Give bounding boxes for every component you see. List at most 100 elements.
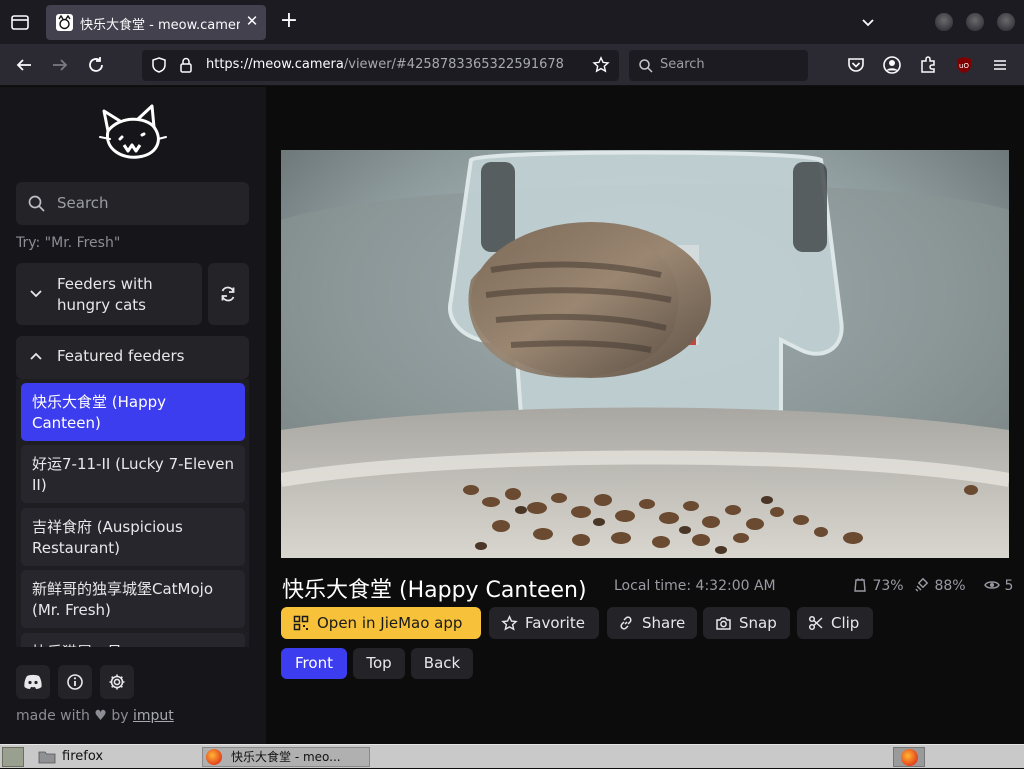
- account-icon[interactable]: [881, 54, 903, 76]
- refresh-icon: [219, 285, 237, 307]
- heart-icon: ♥: [94, 708, 107, 724]
- tab-title: 快乐大食堂 - meow.camera: [80, 18, 240, 33]
- share-button[interactable]: Share: [607, 607, 697, 639]
- back-arrow-icon[interactable]: [13, 54, 35, 76]
- hamburger-menu-icon[interactable]: [989, 54, 1011, 76]
- shield-icon[interactable]: [150, 56, 168, 78]
- refresh-button[interactable]: [208, 263, 249, 325]
- food-level-stat: 73%: [852, 577, 904, 594]
- chevron-down-icon[interactable]: [858, 12, 878, 32]
- search-placeholder: Search: [57, 194, 109, 212]
- feeder-item-mr-fresh[interactable]: 新鲜哥的独享城堡CatMojo (Mr. Fresh): [21, 570, 245, 628]
- browser-search-placeholder: Search: [660, 57, 705, 72]
- camera-video-feed[interactable]: [281, 150, 1009, 558]
- made-with-by: by: [111, 708, 129, 724]
- clip-label: Clip: [831, 614, 860, 632]
- feeder-item-lucky-7-eleven[interactable]: 好运7-11-II (Lucky 7-Eleven II): [21, 445, 245, 503]
- feeder-title: 快乐大食堂 (Happy Canteen): [282, 578, 587, 603]
- chevron-up-icon: [28, 349, 44, 369]
- window-maximize-button[interactable]: [966, 13, 984, 31]
- feeder-item-partial[interactable]: 快乐猫屋一号: [21, 633, 245, 647]
- star-icon: [501, 615, 518, 631]
- url-path: /viewer/#4258783365322591678: [343, 57, 564, 72]
- open-in-app-label: Open in JieMao app: [317, 614, 463, 632]
- firefox-icon: [206, 749, 222, 765]
- satellite-icon: [915, 577, 929, 592]
- search-hint: Try: "Mr. Fresh": [16, 235, 121, 251]
- browser-tab-active[interactable]: 快乐大食堂 - meow.camera ✕: [46, 5, 266, 40]
- feeder-item-happy-canteen[interactable]: 快乐大食堂 (Happy Canteen): [21, 383, 245, 441]
- ublock-origin-icon[interactable]: uO: [953, 54, 975, 76]
- info-button[interactable]: [58, 665, 92, 699]
- author-link[interactable]: imput: [133, 708, 174, 724]
- folder-icon: [38, 747, 56, 767]
- clip-button[interactable]: Clip: [797, 607, 873, 639]
- lock-icon[interactable]: [178, 56, 194, 78]
- local-time: Local time: 4:32:00 AM: [614, 578, 776, 594]
- view-back-button[interactable]: Back: [411, 648, 473, 679]
- search-icon: [638, 58, 654, 78]
- sidebar: Search Try: "Mr. Fresh" Feeders with hun…: [0, 87, 266, 744]
- favorite-button[interactable]: Favorite: [489, 607, 599, 639]
- open-in-app-button[interactable]: Open in JieMao app: [281, 607, 481, 639]
- qr-code-icon: [293, 615, 309, 631]
- viewer-main: 快乐大食堂 (Happy Canteen) Local time: 4:32:0…: [266, 87, 1024, 744]
- url-bar[interactable]: https://meow.camera/viewer/#425878336532…: [142, 50, 619, 81]
- os-taskbar: firefox 快乐大食堂 - meo...: [0, 744, 1024, 768]
- window-minimize-button[interactable]: [935, 13, 953, 31]
- share-label: Share: [642, 614, 686, 632]
- browser-tab-bar: 快乐大食堂 - meow.camera ✕ +: [0, 0, 1024, 44]
- viewers-stat: 5: [984, 577, 1013, 594]
- meow-camera-cat-logo-icon[interactable]: [98, 101, 168, 165]
- hungry-feeders-toggle[interactable]: Feeders with hungry cats: [16, 263, 202, 325]
- info-icon: [66, 673, 84, 695]
- tray-firefox-button[interactable]: [893, 747, 925, 767]
- made-with-prefix: made with: [16, 708, 90, 724]
- taskbar-folder-label[interactable]: firefox: [62, 747, 103, 767]
- discord-icon: [22, 672, 44, 696]
- new-tab-plus-icon[interactable]: +: [278, 10, 300, 33]
- scissors-icon: [808, 615, 823, 631]
- discord-button[interactable]: [16, 665, 50, 699]
- made-with-credit: made with ♥ by imput: [16, 708, 174, 724]
- featured-feeders-label: Featured feeders: [57, 347, 185, 365]
- link-icon: [620, 616, 632, 630]
- feeder-item-auspicious-restaurant[interactable]: 吉祥食府 (Auspicious Restaurant): [21, 508, 245, 566]
- signal-value: 88%: [934, 578, 966, 594]
- taskbar-window-label: 快乐大食堂 - meo...: [231, 750, 341, 764]
- cat-favicon-icon: [56, 14, 73, 31]
- forward-arrow-icon[interactable]: [49, 54, 71, 76]
- taskbar-window-button[interactable]: 快乐大食堂 - meo...: [202, 747, 370, 767]
- view-top-button[interactable]: Top: [353, 648, 405, 679]
- eye-icon: [984, 581, 1000, 589]
- feeder-search-input[interactable]: Search: [16, 182, 249, 225]
- browser-nav-bar: https://meow.camera/viewer/#425878336532…: [0, 44, 1024, 86]
- bookmark-star-icon[interactable]: [592, 56, 610, 78]
- snap-label: Snap: [739, 614, 777, 632]
- chevron-down-icon: [28, 285, 44, 305]
- food-level-value: 73%: [872, 578, 904, 594]
- search-icon: [27, 194, 47, 218]
- viewers-value: 5: [1004, 578, 1014, 594]
- snap-button[interactable]: Snap: [703, 607, 790, 639]
- close-icon[interactable]: ✕: [242, 11, 262, 31]
- camera-frame-image: [281, 150, 1009, 558]
- feeder-list[interactable]: 快乐大食堂 (Happy Canteen) 好运7-11-II (Lucky 7…: [16, 379, 249, 647]
- svg-text:uO: uO: [959, 62, 969, 70]
- favorite-label: Favorite: [525, 614, 585, 632]
- window-close-button[interactable]: [997, 13, 1015, 31]
- show-desktop-icon[interactable]: [2, 747, 24, 767]
- url-domain: https://meow.camera: [206, 57, 344, 72]
- extensions-puzzle-icon[interactable]: [917, 54, 939, 76]
- view-front-button[interactable]: Front: [281, 648, 347, 679]
- hungry-feeders-label: Feeders with hungry cats: [57, 275, 153, 314]
- settings-button[interactable]: [100, 665, 134, 699]
- tab-list-icon[interactable]: [8, 10, 32, 34]
- gear-icon: [108, 673, 126, 695]
- pocket-icon[interactable]: [845, 54, 867, 76]
- signal-stat: 88%: [914, 577, 966, 594]
- featured-feeders-toggle[interactable]: Featured feeders: [16, 336, 249, 379]
- browser-search-bar[interactable]: Search: [629, 50, 808, 81]
- camera-icon: [716, 617, 731, 630]
- reload-icon[interactable]: [85, 54, 107, 76]
